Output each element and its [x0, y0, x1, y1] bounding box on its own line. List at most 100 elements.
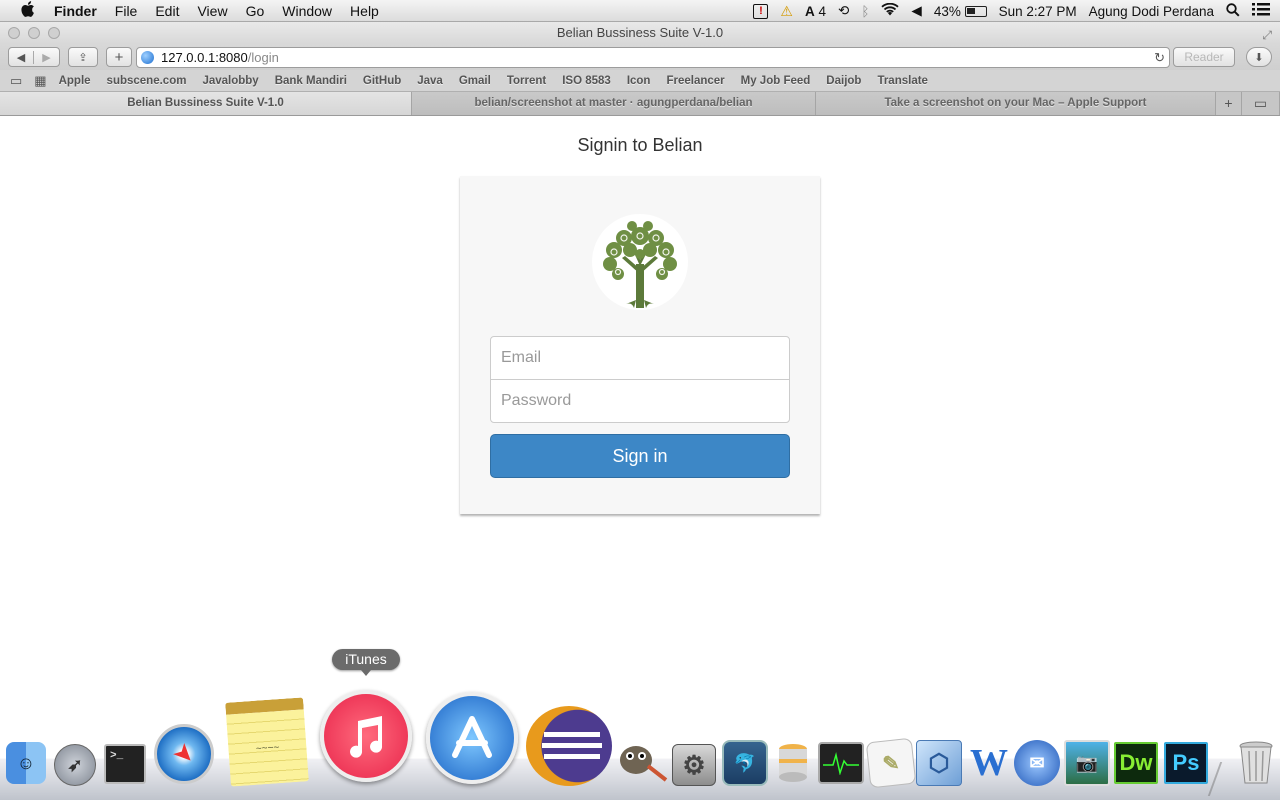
terminal-icon[interactable]: >_: [104, 744, 146, 784]
bookmark-my-job-feed[interactable]: My Job Feed: [741, 75, 811, 87]
address-bar[interactable]: 127.0.0.1:8080/login ↻: [136, 47, 1170, 68]
downloads-button[interactable]: ⬇: [1246, 47, 1272, 67]
tab-belian-suite[interactable]: Belian Bussiness Suite V-1.0: [0, 92, 412, 115]
menu-view[interactable]: View: [197, 3, 227, 19]
gimp-icon[interactable]: [614, 736, 668, 784]
tree-logo-icon: [603, 221, 677, 308]
spotlight-search-icon[interactable]: [1226, 2, 1240, 20]
password-input[interactable]: [490, 379, 790, 423]
add-bookmark-button[interactable]: +: [106, 47, 132, 67]
tab-overview-button[interactable]: ▭: [1242, 92, 1280, 115]
itunes-icon[interactable]: [320, 690, 412, 782]
safari-icon[interactable]: ➤: [154, 724, 214, 784]
sign-in-button[interactable]: Sign in: [490, 434, 790, 478]
textedit-icon[interactable]: ✎: [865, 737, 917, 789]
warning-icon[interactable]: ⚠: [780, 3, 793, 20]
top-sites-icon[interactable]: ▦: [34, 73, 46, 89]
share-icon: ⇪: [78, 51, 88, 64]
tab-github-screenshot[interactable]: belian/screenshot at master · agungperda…: [412, 92, 816, 115]
bookmarks-bar: ▭ ▦ Apple subscene.com Javalobby Bank Ma…: [0, 70, 1280, 92]
download-icon: ⬇: [1254, 51, 1264, 64]
bookmark-torrent[interactable]: Torrent: [507, 75, 546, 87]
reading-list-icon[interactable]: ▭: [10, 73, 22, 89]
user-name[interactable]: Agung Dodi Perdana: [1089, 4, 1214, 19]
volume-icon[interactable]: ◀: [911, 3, 921, 19]
alert-icon[interactable]: !: [753, 3, 769, 19]
globe-icon: [141, 51, 154, 64]
system-preferences-icon[interactable]: ⚙: [672, 744, 716, 786]
belian-logo: [592, 214, 688, 310]
back-icon[interactable]: ◀: [9, 50, 35, 64]
time-machine-icon[interactable]: ⟲: [838, 3, 849, 19]
word-icon[interactable]: W: [966, 740, 1012, 786]
bookmark-gmail[interactable]: Gmail: [459, 75, 491, 87]
adobe-icon: A: [804, 3, 815, 19]
bluetooth-icon[interactable]: ᛒ: [861, 4, 869, 19]
login-card: Sign in: [460, 176, 820, 514]
app-store-icon[interactable]: [426, 692, 518, 784]
notes-icon[interactable]: ~~~~: [225, 697, 309, 787]
dreamweaver-icon[interactable]: Dw: [1114, 742, 1158, 784]
iphoto-icon[interactable]: 📷: [1064, 740, 1110, 786]
clock[interactable]: Sun 2:27 PM: [999, 4, 1077, 19]
bookmark-bank-mandiri[interactable]: Bank Mandiri: [275, 75, 347, 87]
menu-edit[interactable]: Edit: [155, 3, 179, 19]
wifi-icon[interactable]: [881, 2, 900, 19]
thunderbird-icon[interactable]: ✉: [1014, 740, 1060, 786]
window-title-bar: Belian Bussiness Suite V-1.0 ⤢: [0, 22, 1280, 44]
forward-icon[interactable]: ▶: [34, 51, 59, 64]
photoshop-icon[interactable]: Ps: [1164, 742, 1208, 784]
close-window-button[interactable]: [8, 27, 20, 39]
bookmark-java[interactable]: Java: [417, 75, 443, 87]
share-button[interactable]: ⇪: [68, 47, 98, 67]
bookmark-icon[interactable]: Icon: [627, 75, 651, 87]
eclipse-icon[interactable]: [526, 706, 612, 786]
plus-icon: +: [114, 48, 124, 66]
bookmark-javalobby[interactable]: Javalobby: [202, 75, 258, 87]
bookmark-iso-8583[interactable]: ISO 8583: [562, 75, 611, 87]
zoom-window-button[interactable]: [48, 27, 60, 39]
bookmark-subscene[interactable]: subscene.com: [107, 75, 187, 87]
battery-icon: [964, 6, 987, 18]
finder-icon[interactable]: ☺: [6, 742, 46, 784]
photoshop-label: Ps: [1172, 750, 1200, 775]
bookmark-translate[interactable]: Translate: [877, 75, 928, 87]
web-page: Signin to Belian Email Sign in: [0, 117, 1280, 687]
battery-status[interactable]: 43%: [934, 4, 987, 19]
word-label: W: [970, 742, 1008, 784]
reader-label: Reader: [1184, 50, 1224, 64]
mysql-workbench-icon[interactable]: 🐬: [722, 740, 768, 786]
menu-window[interactable]: Window: [282, 3, 332, 19]
virtualbox-icon[interactable]: ⬡: [916, 740, 962, 786]
tab-bar: Belian Bussiness Suite V-1.0 belian/scre…: [0, 92, 1280, 116]
url-path: /login: [247, 50, 279, 65]
minimize-window-button[interactable]: [28, 27, 40, 39]
bookmark-daijob[interactable]: Daijob: [826, 75, 861, 87]
menu-bar: Finder File Edit View Go Window Help ! ⚠…: [0, 0, 1280, 22]
dreamweaver-label: Dw: [1119, 750, 1153, 775]
activity-monitor-icon[interactable]: [818, 742, 864, 784]
email-input[interactable]: [490, 336, 790, 380]
reload-icon[interactable]: ↻: [1154, 48, 1165, 67]
bookmark-apple[interactable]: Apple: [59, 75, 91, 87]
launchpad-icon[interactable]: ➶: [54, 744, 96, 786]
sequel-pro-icon[interactable]: [772, 740, 814, 786]
tab-overview-icon: ▭: [1253, 95, 1268, 111]
window-title: Belian Bussiness Suite V-1.0: [556, 25, 724, 40]
battery-percent: 43%: [933, 3, 961, 19]
trash-icon[interactable]: [1236, 740, 1276, 786]
new-tab-button[interactable]: +: [1216, 92, 1242, 115]
menu-go[interactable]: Go: [246, 3, 265, 19]
bookmark-github[interactable]: GitHub: [363, 75, 401, 87]
notification-center-icon[interactable]: [1252, 3, 1270, 19]
tab-apple-support[interactable]: Take a screenshot on your Mac – Apple Su…: [816, 92, 1216, 115]
menu-app-name[interactable]: Finder: [54, 3, 97, 19]
apple-menu-icon[interactable]: [18, 0, 38, 21]
menu-help[interactable]: Help: [350, 3, 379, 19]
bookmark-freelancer[interactable]: Freelancer: [666, 75, 724, 87]
notification-count[interactable]: A 4: [805, 4, 826, 19]
fullscreen-icon[interactable]: ⤢: [1262, 24, 1272, 46]
browser-toolbar: ◀ ▶ ⇪ + 127.0.0.1:8080/login ↻ Reader ⬇: [0, 44, 1280, 70]
menu-file[interactable]: File: [115, 3, 138, 19]
reader-button[interactable]: Reader: [1173, 47, 1235, 67]
